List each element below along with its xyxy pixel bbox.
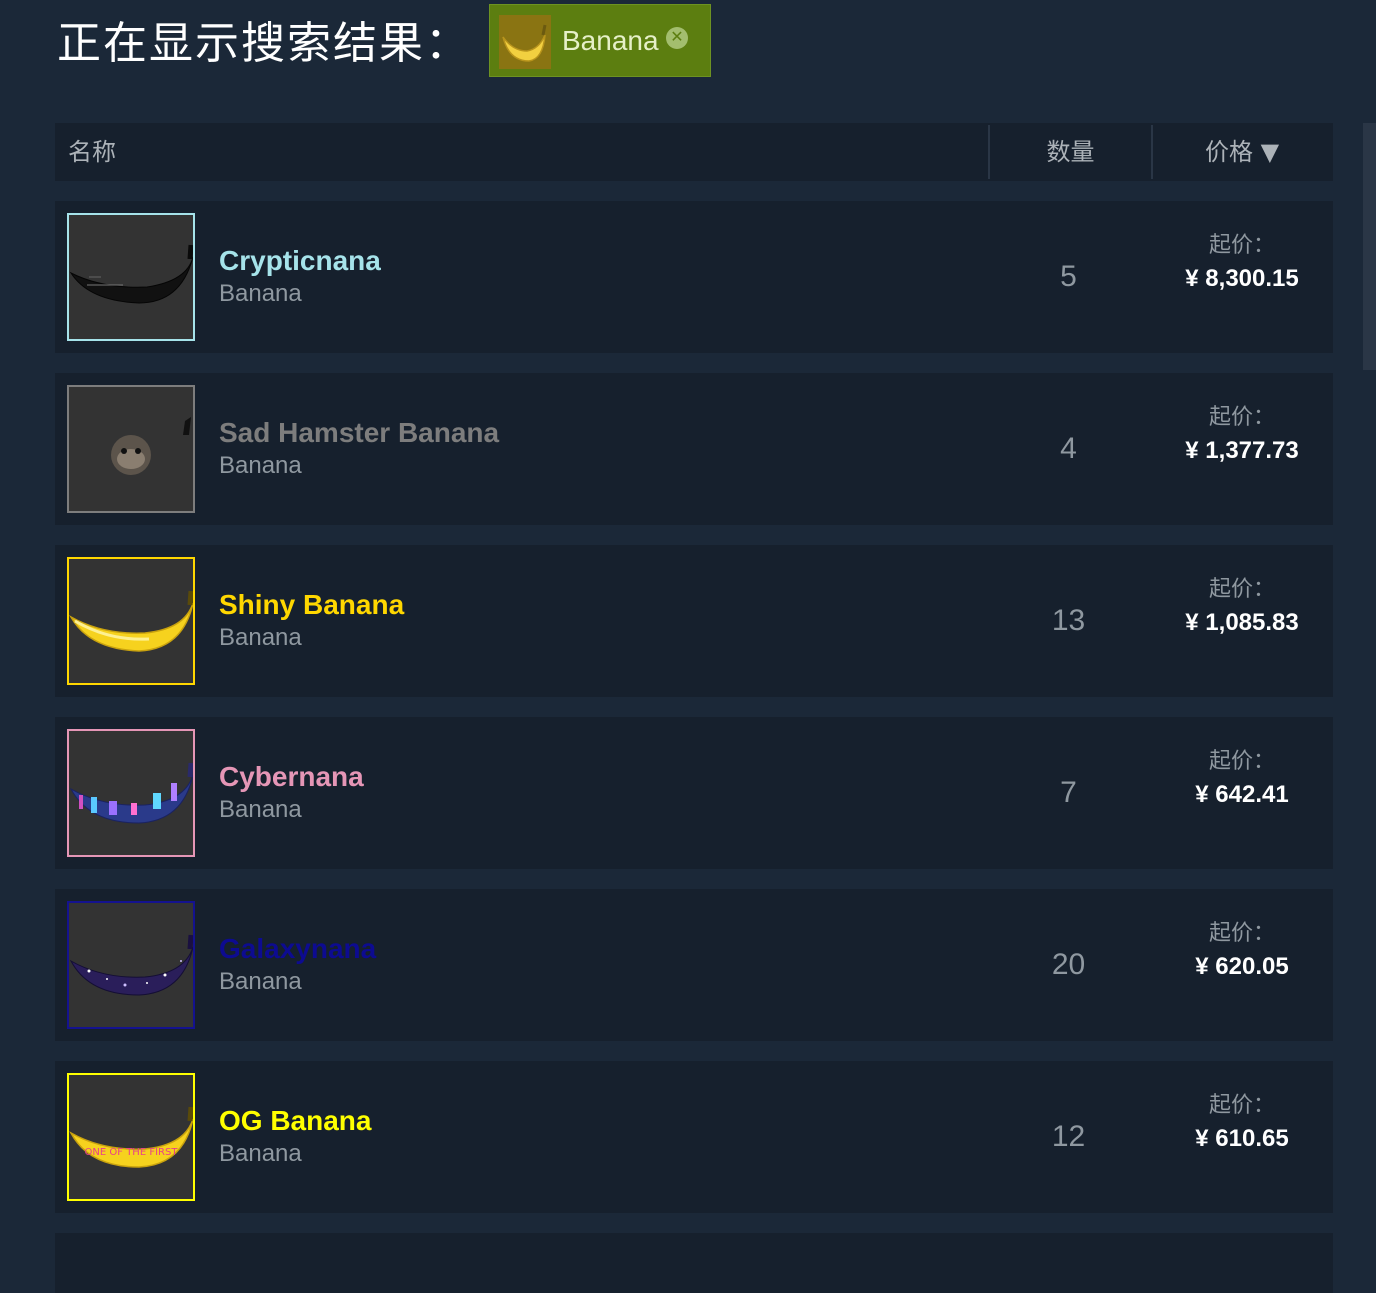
column-header-name[interactable]: 名称 <box>68 123 116 181</box>
item-quantity: 7 <box>1060 776 1077 809</box>
column-header-quantity[interactable]: 数量 <box>988 125 1153 179</box>
price-label: 起价： <box>1208 577 1275 602</box>
item-price: ¥ 642.41 <box>1195 781 1289 808</box>
listing-row[interactable] <box>55 1233 1333 1293</box>
scrollbar[interactable] <box>1363 123 1376 370</box>
item-name[interactable]: Shiny Banana <box>219 587 404 623</box>
close-icon[interactable]: ✕ <box>666 27 688 49</box>
item-quantity: 20 <box>1051 948 1086 981</box>
galaxy-banana-icon <box>67 901 195 1029</box>
item-name[interactable]: Crypticnana <box>219 243 381 279</box>
listing-row[interactable]: Cybernana Banana 7 起价： ¥ 642.41 <box>55 717 1333 869</box>
price-label: 起价： <box>1208 749 1275 774</box>
item-game: Banana <box>219 280 302 307</box>
price-label: 起价： <box>1208 1093 1275 1118</box>
item-game: Banana <box>219 968 302 995</box>
listing-row[interactable]: Crypticnana Banana 5 起价： ¥ 8,300.15 <box>55 201 1333 353</box>
results-list: Crypticnana Banana 5 起价： ¥ 8,300.15 Sad … <box>55 201 1333 1293</box>
item-name[interactable]: Cybernana <box>219 759 364 795</box>
column-header-price[interactable]: 价格 ▼ <box>1151 123 1333 181</box>
page-title: 正在显示搜索结果： <box>57 18 471 69</box>
item-name[interactable]: Sad Hamster Banana <box>219 415 499 451</box>
item-game: Banana <box>219 1140 302 1167</box>
price-label: 起价： <box>1208 405 1275 430</box>
item-price: ¥ 8,300.15 <box>1185 265 1299 292</box>
cyber-banana-icon <box>67 729 195 857</box>
item-name[interactable]: OG Banana <box>219 1103 371 1139</box>
price-label: 起价： <box>1208 921 1275 946</box>
yellow-banana-icon <box>67 557 195 685</box>
listing-row[interactable]: ONE OF THE FIRST OG Banana Banana 12 起价：… <box>55 1061 1333 1213</box>
listing-row[interactable]: Shiny Banana Banana 13 起价： ¥ 1,085.83 <box>55 545 1333 697</box>
results-table-header: 名称 数量 价格 ▼ <box>55 123 1333 181</box>
banana-icon <box>499 15 551 69</box>
svg-text:ONE OF THE FIRST: ONE OF THE FIRST <box>85 1147 179 1158</box>
og-banana-icon: ONE OF THE FIRST <box>67 1073 195 1201</box>
item-quantity: 4 <box>1060 432 1077 465</box>
item-quantity: 12 <box>1051 1120 1086 1153</box>
filter-tag-label: Banana <box>562 25 659 56</box>
price-label: 起价： <box>1208 233 1275 258</box>
black-banana-icon <box>67 213 195 341</box>
item-game: Banana <box>219 796 302 823</box>
item-game: Banana <box>219 452 302 479</box>
item-price: ¥ 610.65 <box>1195 1125 1289 1152</box>
hamster-icon <box>67 385 195 513</box>
filter-tag-banana[interactable]: Banana ✕ <box>489 4 711 77</box>
item-price: ¥ 1,085.83 <box>1185 609 1299 636</box>
item-quantity: 5 <box>1060 260 1077 293</box>
item-price: ¥ 620.05 <box>1195 953 1289 980</box>
item-name[interactable]: Galaxynana <box>219 931 376 967</box>
item-game: Banana <box>219 624 302 651</box>
listing-row[interactable]: Sad Hamster Banana Banana 4 起价： ¥ 1,377.… <box>55 373 1333 525</box>
listing-row[interactable]: Galaxynana Banana 20 起价： ¥ 620.05 <box>55 889 1333 1041</box>
item-quantity: 13 <box>1051 604 1086 637</box>
item-price: ¥ 1,377.73 <box>1185 437 1299 464</box>
